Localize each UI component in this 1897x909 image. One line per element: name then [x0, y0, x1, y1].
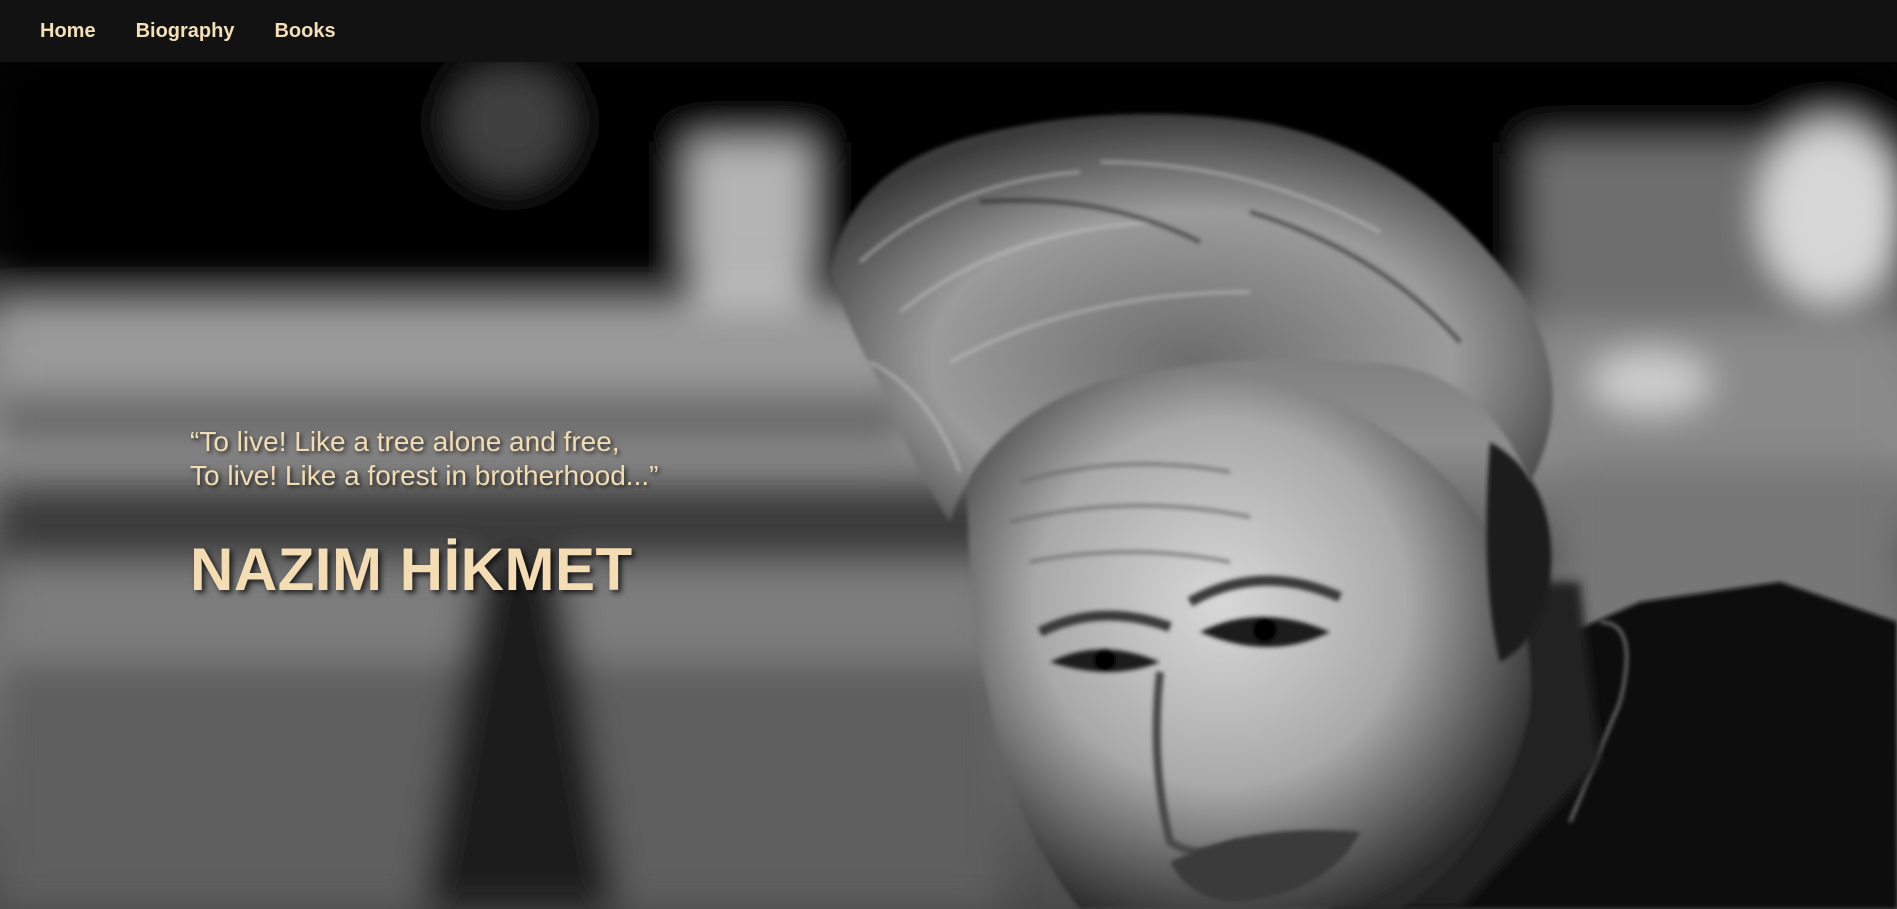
nav-link-books[interactable]: Books — [274, 20, 335, 43]
nav-link-biography[interactable]: Biography — [136, 20, 235, 43]
nav-link-home[interactable]: Home — [40, 20, 96, 43]
top-navbar: Home Biography Books — [0, 0, 1897, 62]
hero-text-block: “To live! Like a tree alone and free, To… — [190, 425, 658, 603]
hero-section: “To live! Like a tree alone and free, To… — [0, 62, 1897, 909]
hero-quote-line-2: To live! Like a forest in brotherhood...… — [190, 460, 659, 491]
hero-quote-line-1: “To live! Like a tree alone and free, — [190, 426, 620, 457]
nav-links: Home Biography Books — [0, 0, 1897, 62]
hero-title: NAZIM HİKMET — [190, 536, 633, 603]
